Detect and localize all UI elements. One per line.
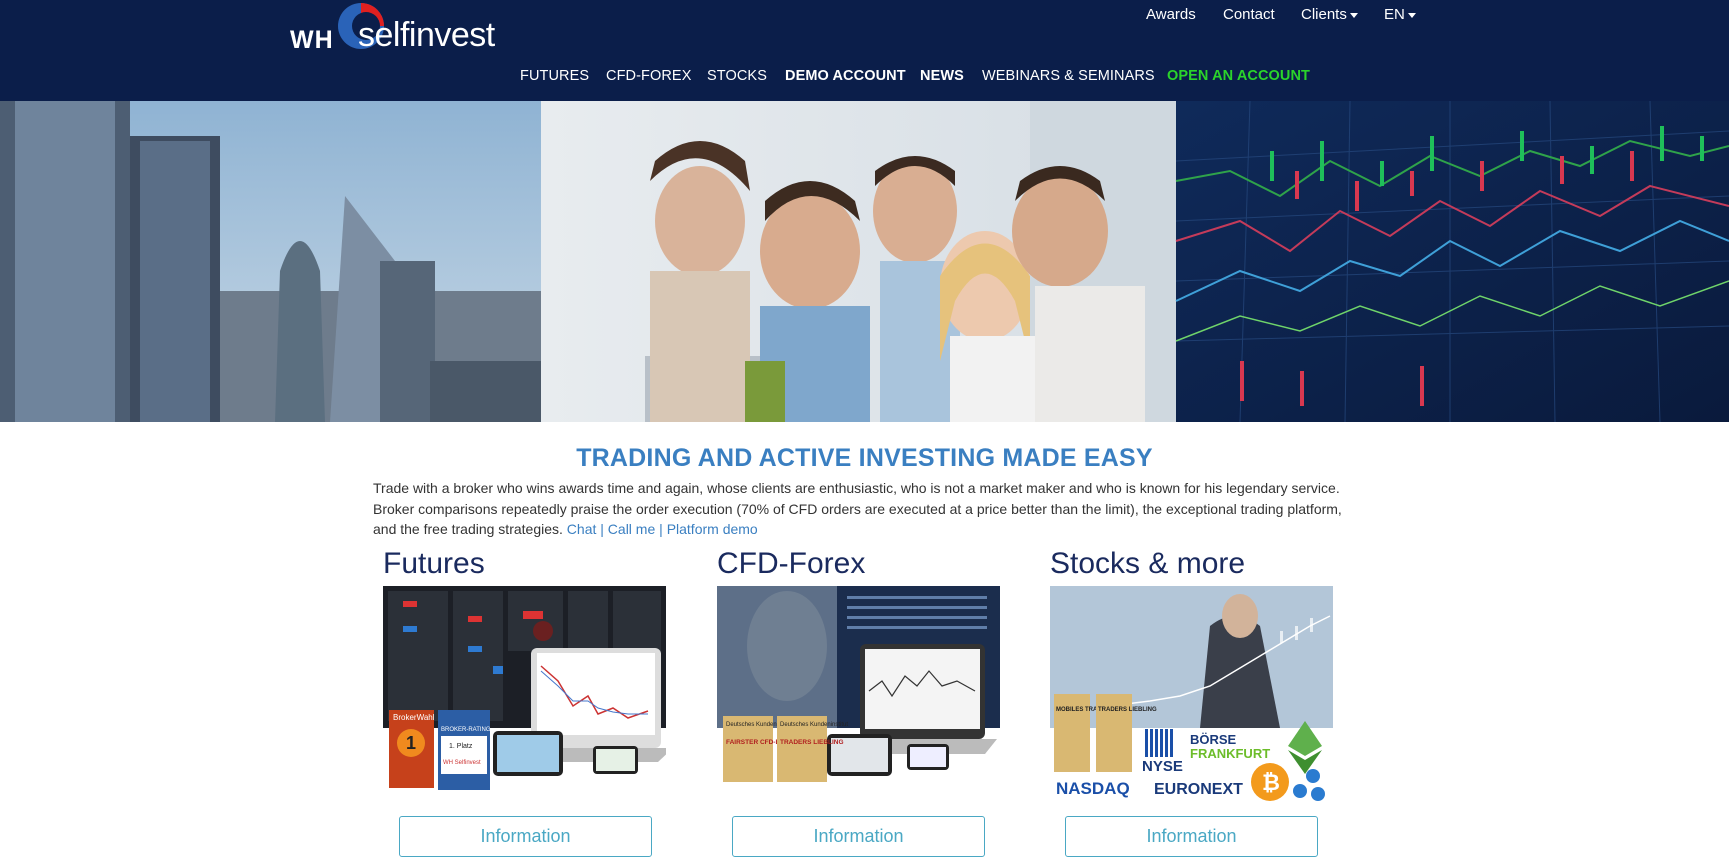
link-separator: | [659, 521, 663, 537]
svg-text:₿: ₿ [1262, 770, 1280, 795]
language-label: EN [1384, 6, 1405, 23]
nasdaq-logo: NASDAQ [1056, 779, 1130, 798]
intro-text: Trade with a broker who wins awards time… [373, 480, 1342, 537]
nav-clients-label: Clients [1301, 6, 1347, 23]
futures-platform-image[interactable]: BrokerWahl 1 BROKER-RATING 1. Platz WH S… [383, 586, 666, 802]
chevron-down-icon [1407, 12, 1416, 18]
chevron-down-icon [1349, 12, 1358, 18]
traders-liebling-badge: TRADERS LIEBLING [1098, 707, 1157, 713]
hero-collage-image [0, 101, 1729, 422]
futures-information-button[interactable]: Information [399, 816, 652, 857]
frankfurt-logo: FRANKFURT [1190, 746, 1270, 761]
nav-open-account[interactable]: OPEN AN ACCOUNT [1167, 68, 1310, 84]
product-futures: Futures BrokerWahl 1 BROKER-RATING 1. Pl… [383, 544, 673, 790]
ripple-icon [1293, 769, 1325, 801]
nyse-logo: NYSE [1142, 758, 1183, 775]
cfd-forex-platform-image[interactable]: Deutsches Kundeninstitut FAIRSTER CFD-BR… [717, 586, 1000, 802]
broker-rating-wh: WH Selfinvest [443, 760, 481, 766]
product-title: Futures [383, 547, 485, 580]
call-me-link[interactable]: Call me [608, 521, 655, 537]
nav-awards[interactable]: Awards [1146, 6, 1196, 23]
cfd-forex-information-button[interactable]: Information [732, 816, 985, 857]
link-separator: | [600, 521, 604, 537]
platform-demo-link[interactable]: Platform demo [667, 521, 758, 537]
site-header: WH selfinvest Awards Contact Clients EN … [0, 0, 1729, 101]
traders-liebling-badge: TRADERS LIEBLING [780, 739, 844, 746]
euronext-logo: EURONEXT [1154, 781, 1243, 798]
nav-webinars[interactable]: WEBINARS & SEMINARS [982, 68, 1155, 84]
intro-paragraph: Trade with a broker who wins awards time… [373, 478, 1358, 540]
nav-demo-account[interactable]: DEMO ACCOUNT [785, 68, 906, 84]
nav-cfd-forex[interactable]: CFD-FOREX [606, 68, 691, 84]
hero-banner [0, 101, 1729, 422]
product-title: Stocks & more [1050, 547, 1246, 580]
wh-selfinvest-logo[interactable]: WH selfinvest [290, 0, 520, 58]
chat-link[interactable]: Chat [567, 521, 597, 537]
dki-label: Deutsches Kundeninstitut [780, 722, 848, 728]
stocks-platform-image[interactable]: MOBILES TRADEN TRADERS LIEBLING NASDAQ N… [1050, 586, 1333, 802]
brokerwahl-rank: 1 [406, 733, 416, 753]
main-nav: FUTURES CFD-FOREX STOCKS DEMO ACCOUNT NE… [0, 68, 1729, 88]
stocks-information-button[interactable]: Information [1065, 816, 1318, 857]
brokerwahl-badge-label: BrokerWahl [393, 713, 435, 722]
nav-news[interactable]: NEWS [920, 68, 964, 84]
product-stocks: Stocks & more MOBILES TRADEN TRADERS LIE… [1050, 544, 1340, 801]
nav-futures[interactable]: FUTURES [520, 68, 589, 84]
product-cfd-forex: CFD-Forex Deutsches Kundeninstitut FAIRS… [717, 544, 1007, 782]
language-dropdown[interactable]: EN [1384, 6, 1416, 23]
product-title: CFD-Forex [717, 547, 866, 580]
page-headline: TRADING AND ACTIVE INVESTING MADE EASY [576, 444, 1153, 472]
nav-clients-dropdown[interactable]: Clients [1301, 6, 1358, 23]
nav-stocks[interactable]: STOCKS [707, 68, 767, 84]
nav-contact[interactable]: Contact [1223, 6, 1275, 23]
broker-rating-platz: 1. Platz [449, 743, 473, 750]
boerse-logo: BÖRSE [1190, 732, 1237, 747]
logo-prefix: WH [290, 26, 334, 54]
broker-rating-label: BROKER-RATING [441, 727, 491, 733]
logo-name: selfinvest [358, 16, 495, 54]
